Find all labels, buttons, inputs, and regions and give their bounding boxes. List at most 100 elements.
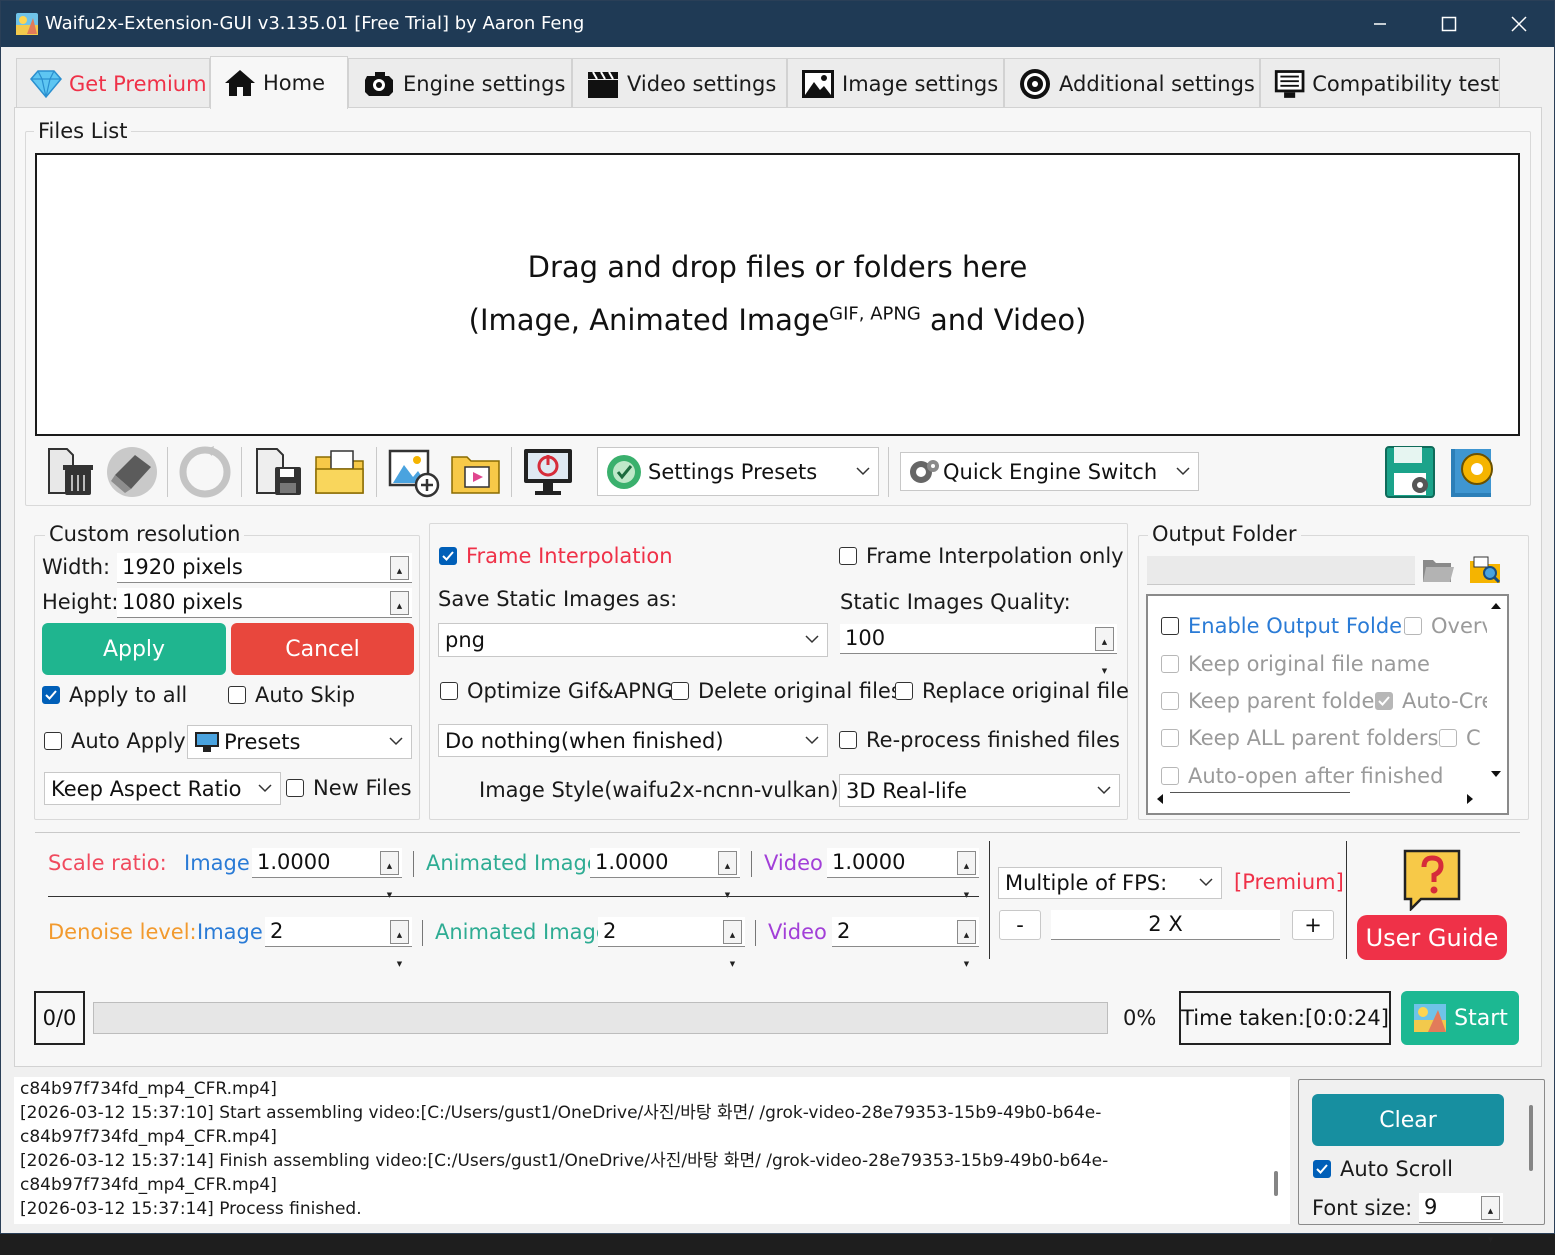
resolution-presets-dropdown[interactable]: Presets [187,725,412,759]
new-files-checkbox[interactable]: New Files [286,776,412,800]
tab-label: Engine settings [403,71,566,96]
spin-arrows-icon[interactable]: ▲▼ [718,851,737,899]
progress-bar [93,1002,1108,1034]
denoise-video-spinbox[interactable]: 2▲▼ [832,917,979,968]
browse-folder-button[interactable] [1421,554,1455,586]
auto-apply-checkbox[interactable]: Auto Apply [44,729,186,753]
toolbar-divider [888,447,889,497]
apply-to-all-checkbox[interactable]: Apply to all [42,683,187,707]
denoise-image-spinbox[interactable]: 2▲▼ [265,917,412,968]
add-image-button[interactable] [387,445,441,499]
settings-book-button[interactable] [1449,445,1505,499]
aspect-ratio-dropdown[interactable]: Keep Aspect Ratio [44,772,281,805]
spin-arrows-icon[interactable]: ▲▼ [1481,1196,1500,1244]
spin-arrows-icon[interactable]: ▲▼ [390,591,409,639]
spin-arrows-icon[interactable]: ▲▼ [723,920,742,968]
tab-video-settings[interactable]: Video settings [572,58,787,108]
engine-icon [365,71,393,96]
tab-additional-settings[interactable]: Additional settings [1004,58,1260,108]
spin-arrows-icon[interactable]: ▲▼ [390,920,409,968]
delete-original-checkbox[interactable]: Delete original files [671,679,902,703]
fps-decrease-button[interactable]: - [999,910,1041,940]
auto-scroll-checkbox[interactable]: Auto Scroll [1313,1157,1453,1181]
reprocess-checkbox[interactable]: Re-process finished files [839,728,1120,752]
settings-presets-label: Settings Presets [648,459,818,484]
apply-button[interactable]: Apply [42,623,226,675]
section-divider [35,832,1520,833]
height-label: Height: [42,590,119,614]
toolbar-divider [376,447,377,497]
enable-output-folder-checkbox[interactable]: Enable Output Folder [1161,614,1411,638]
image-style-label: Image Style(waifu2x-ncnn-vulkan): [479,778,846,802]
spin-arrows-icon[interactable]: ▲▼ [1095,627,1114,675]
log-output[interactable]: c84b97f734fd_mp4_CFR.mp4] [2026-03-12 15… [14,1077,1290,1224]
load-file-list-button[interactable] [313,445,367,499]
tab-get-premium[interactable]: Get Premium [16,58,210,108]
cancel-button[interactable]: Cancel [231,623,414,675]
save-settings-button[interactable] [1384,445,1440,499]
user-guide-button[interactable]: User Guide [1357,915,1507,960]
vertical-scrollbar[interactable] [1487,598,1505,788]
denoise-anim-spinbox[interactable]: 2▲▼ [598,917,745,968]
save-file-list-button[interactable] [251,445,305,499]
image-style-dropdown[interactable]: 3D Real-life [839,774,1120,807]
replace-original-checkbox[interactable]: Replace original file [895,679,1129,703]
spin-arrows-icon[interactable]: ▲▼ [380,851,399,899]
spin-arrows-icon[interactable]: ▲▼ [390,556,409,604]
frame-interpolation-only-checkbox[interactable]: Frame Interpolation only [839,544,1124,568]
file-drop-zone[interactable]: Drag and drop files or folders here (Ima… [35,153,1520,436]
width-spinbox[interactable]: 1920 pixels▲▼ [117,553,412,604]
clear-list-button[interactable] [105,445,159,499]
help-button[interactable] [1401,847,1463,913]
auto-create-checkbox[interactable]: Auto-Cre [1375,689,1494,713]
maximize-button[interactable] [1414,1,1484,47]
scroll-thumb[interactable] [1170,792,1350,793]
when-finished-dropdown[interactable]: Do nothing(when finished) [438,724,828,757]
remove-item-button[interactable] [43,445,97,499]
keep-all-parent-checkbox[interactable]: Keep ALL parent folders [1161,726,1438,750]
tab-engine-settings[interactable]: Engine settings [348,58,572,108]
open-output-folder-button[interactable] [1468,553,1504,587]
scroll-up-icon [1491,603,1501,609]
clear-log-button[interactable]: Clear [1312,1094,1504,1146]
add-video-button[interactable] [449,445,503,499]
optimize-gif-checkbox[interactable]: Optimize Gif&APNG [440,679,673,703]
static-quality-spinbox[interactable]: 100▲▼ [840,624,1117,675]
height-spinbox[interactable]: 1080 pixels▲▼ [117,588,412,639]
controls-scrollbar-thumb[interactable] [1529,1105,1533,1171]
fps-increase-button[interactable]: + [1292,910,1334,940]
settings-presets-dropdown[interactable]: Settings Presets [597,447,879,496]
file-count: 0/0 [34,991,85,1045]
tab-home[interactable]: Home [210,56,348,109]
close-icon [1511,16,1527,32]
static-format-dropdown[interactable]: png [438,623,828,657]
scale-video-spinbox[interactable]: 1.0000▲▼ [827,848,979,899]
keep-parent-folder-checkbox[interactable]: Keep parent folder [1161,689,1383,713]
quick-engine-switch-dropdown[interactable]: Quick Engine Switch [900,452,1199,491]
overwrite-checkbox[interactable]: Overv [1404,614,1494,638]
close-button[interactable] [1484,1,1554,47]
output-folder-path-input[interactable] [1147,556,1415,585]
spin-arrows-icon[interactable]: ▲▼ [957,920,976,968]
tab-compatibility-test[interactable]: Compatibility test [1260,58,1500,108]
frame-interpolation-checkbox[interactable]: Frame Interpolation [439,544,673,568]
minimize-button[interactable] [1345,1,1415,47]
spin-arrows-icon[interactable]: ▲▼ [957,851,976,899]
auto-skip-checkbox[interactable]: Auto Skip [228,683,355,707]
start-button[interactable]: Start [1401,991,1519,1045]
fps-mode-dropdown[interactable]: Multiple of FPS: [998,867,1222,899]
font-size-spinbox[interactable]: 9 ▲ ▼ [1419,1193,1503,1244]
power-monitor-button[interactable] [521,445,575,499]
c-checkbox[interactable]: C [1439,726,1481,750]
custom-resolution-title: Custom resolution [45,522,245,546]
scale-image-spinbox[interactable]: 1.0000▲▼ [252,848,402,899]
app-window: Waifu2x-Extension-GUI v3.135.01 [Free Tr… [0,0,1555,1244]
output-options-list[interactable]: Enable Output Folder Overv Keep original… [1146,594,1509,815]
scale-anim-spinbox[interactable]: 1.0000▲▼ [590,848,740,899]
horizontal-scrollbar[interactable] [1150,790,1484,808]
keep-original-name-checkbox[interactable]: Keep original file name [1161,652,1430,676]
tab-image-settings[interactable]: Image settings [787,58,1004,108]
log-scrollbar-thumb[interactable] [1274,1171,1278,1196]
refresh-button[interactable] [178,445,232,499]
auto-open-checkbox[interactable]: Auto-open after finished [1161,764,1443,788]
